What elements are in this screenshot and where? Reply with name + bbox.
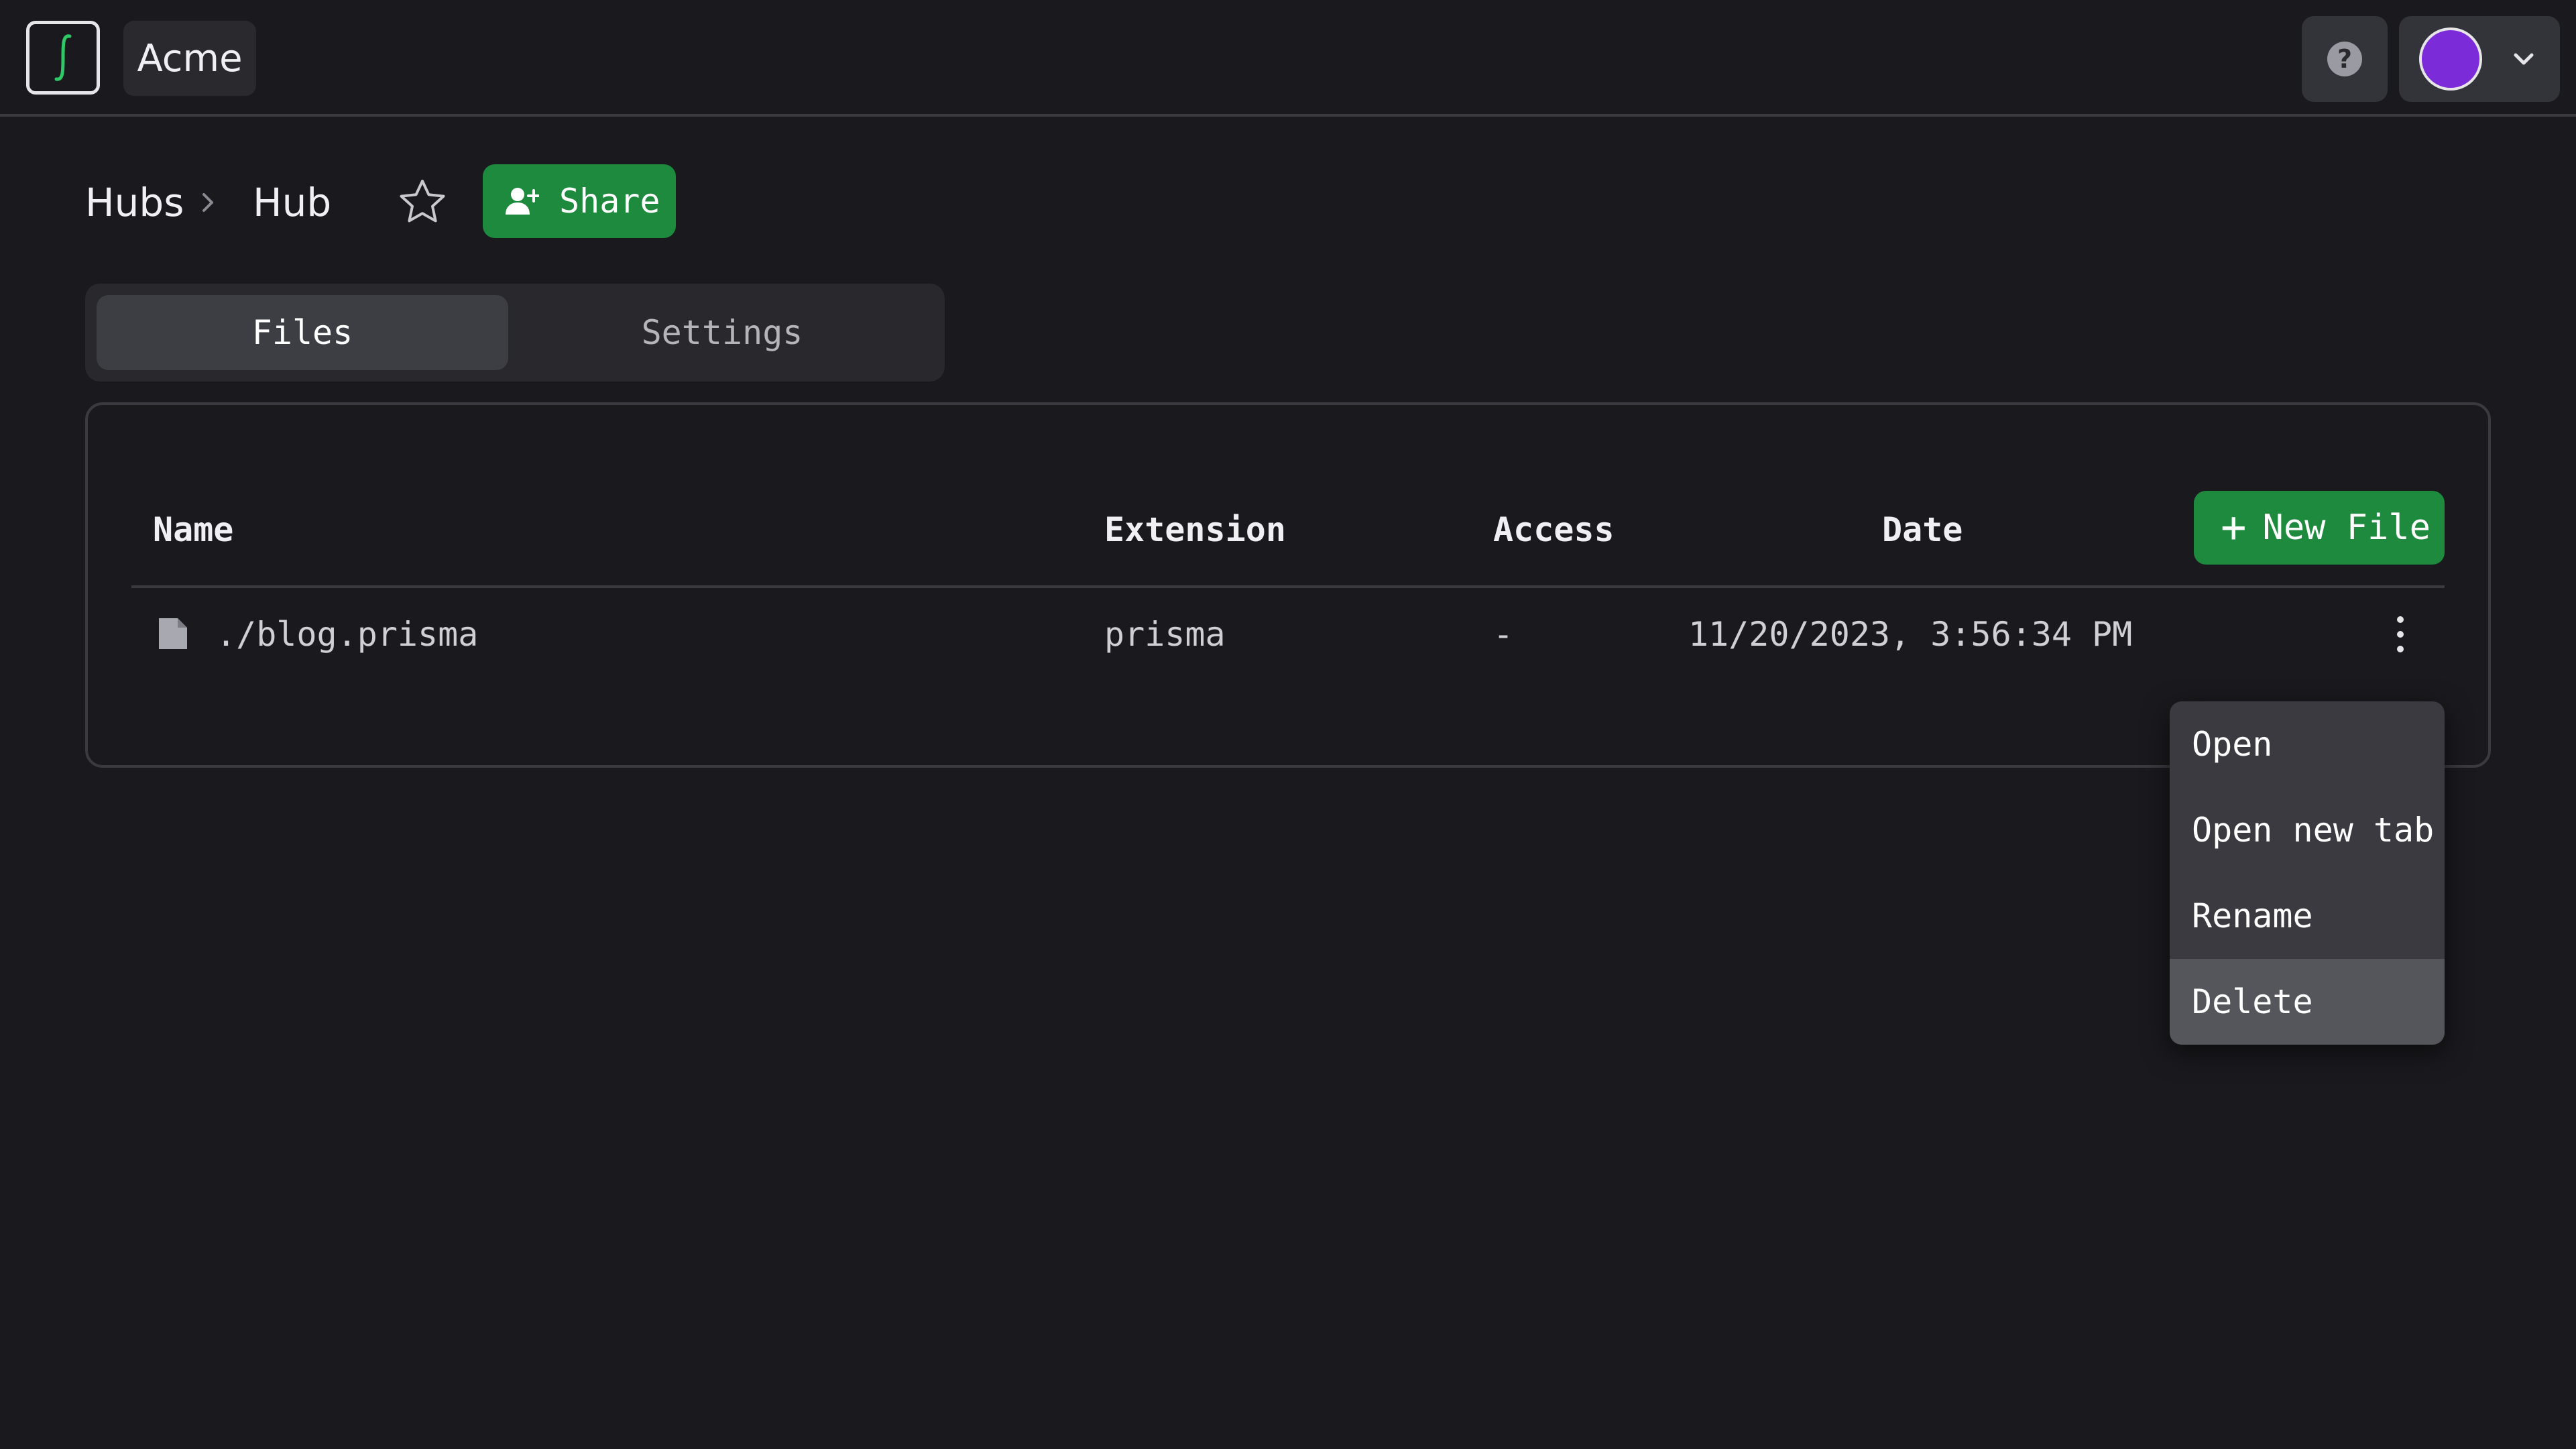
file-extension: prisma [1104,615,1226,654]
help-button[interactable]: ? [2302,16,2388,102]
integral-logo-icon[interactable] [26,21,100,95]
chevron-down-icon [2514,53,2534,65]
column-header-extension[interactable]: Extension [1104,510,1286,550]
file-icon [159,618,187,649]
menu-item-open[interactable]: Open [2170,701,2445,787]
new-file-button[interactable]: + New File [2194,491,2445,565]
integral-glyph-icon [54,34,72,81]
new-file-label: New File [2262,508,2431,548]
file-context-menu: Open Open new tab Rename Delete [2170,701,2445,1045]
menu-item-rename[interactable]: Rename [2170,873,2445,959]
file-access: - [1493,615,1514,654]
tab-settings[interactable]: Settings [510,295,934,370]
avatar [2419,27,2482,91]
column-header-access[interactable]: Access [1493,510,1615,550]
table-header-divider [131,585,2445,588]
star-outline-icon[interactable] [396,176,449,229]
file-name[interactable]: ./blog.prisma [216,614,478,654]
file-date: 11/20/2023, 3:56:34 PM [1688,615,2133,654]
menu-item-delete[interactable]: Delete [2170,959,2445,1045]
org-name: Acme [137,36,243,80]
chevron-right-icon [202,193,213,212]
breadcrumb-hubs[interactable]: Hubs [85,176,184,229]
share-label: Share [559,182,660,221]
top-bar: Acme ? [0,0,2576,117]
help-icon: ? [2327,42,2362,76]
share-button[interactable]: Share [483,164,676,238]
menu-item-open-new-tab[interactable]: Open new tab [2170,787,2445,873]
user-plus-icon [506,188,539,215]
column-header-name[interactable]: Name [153,510,233,550]
column-header-date[interactable]: Date [1882,510,1963,550]
breadcrumb-hub: Hub [253,180,332,225]
tab-bar: Files Settings [85,284,945,382]
user-menu-button[interactable] [2399,16,2560,102]
more-vertical-icon[interactable] [2387,612,2414,658]
org-switcher[interactable]: Acme [123,21,256,96]
tab-files[interactable]: Files [97,295,508,370]
plus-icon: + [2221,503,2247,553]
